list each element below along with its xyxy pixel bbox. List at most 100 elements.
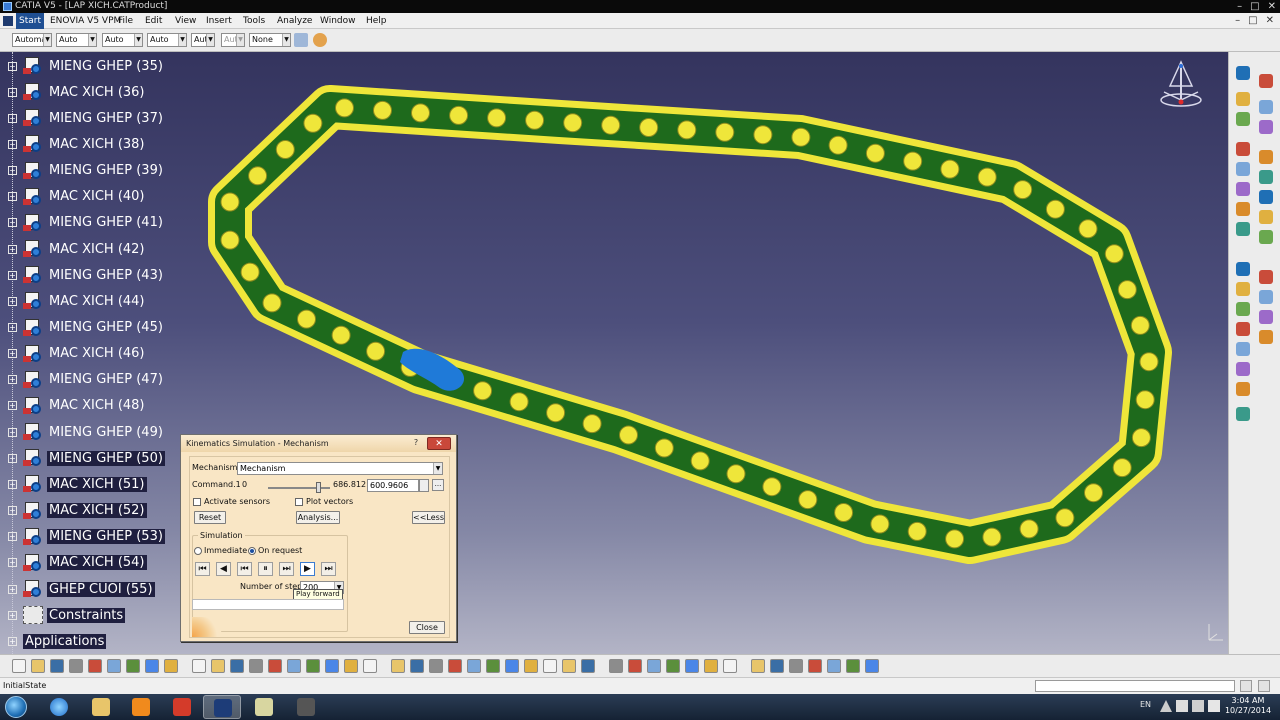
- toolbar-tool-icon[interactable]: [325, 659, 339, 673]
- more-options-button[interactable]: ...: [432, 479, 444, 491]
- color-combo[interactable]: Automá ▼: [12, 33, 52, 47]
- dialog-close-x-button[interactable]: ✕: [427, 437, 451, 450]
- chain-pin[interactable]: [1139, 352, 1159, 372]
- menu-help[interactable]: Help: [366, 13, 387, 29]
- tree-node[interactable]: + MAC XICH (38): [8, 134, 147, 154]
- expand-icon[interactable]: +: [8, 375, 17, 385]
- expand-icon[interactable]: +: [8, 61, 17, 71]
- menu-tools[interactable]: Tools: [243, 13, 265, 29]
- toolbar-tool-icon[interactable]: [704, 659, 718, 673]
- toolbar-tool-icon[interactable]: [1236, 407, 1250, 421]
- taskbar-media[interactable]: [122, 695, 160, 719]
- expand-icon[interactable]: +: [8, 113, 17, 123]
- expand-icon[interactable]: +: [8, 401, 17, 411]
- point-type-combo[interactable]: Aut ▼: [191, 33, 215, 47]
- toolbar-tool-icon[interactable]: [1236, 362, 1250, 376]
- toolbar-tool-icon[interactable]: [751, 659, 765, 673]
- toolbar-tool-icon[interactable]: [1236, 302, 1250, 316]
- tree-node-applications[interactable]: + Applications: [8, 631, 107, 651]
- tree-node[interactable]: + MAC XICH (44): [8, 291, 147, 311]
- chain-pin[interactable]: [619, 425, 638, 445]
- chain-pin[interactable]: [509, 392, 529, 412]
- toolbar-tool-icon[interactable]: [344, 659, 358, 673]
- chain-pin[interactable]: [726, 464, 746, 484]
- toolbar-tool-icon[interactable]: [628, 659, 642, 673]
- chain-pin[interactable]: [220, 192, 240, 212]
- toolbar-tool-icon[interactable]: [249, 659, 263, 673]
- chain-pin[interactable]: [945, 529, 965, 549]
- power-input-close-button[interactable]: [1258, 680, 1270, 692]
- toolbar-tool-icon[interactable]: [1259, 310, 1273, 324]
- flag-icon[interactable]: [1176, 700, 1188, 712]
- play-backward-button[interactable]: ◀: [216, 562, 231, 576]
- chain-pin[interactable]: [262, 293, 282, 313]
- tree-node[interactable]: + MAC XICH (48): [8, 396, 147, 416]
- power-input-button[interactable]: [1240, 680, 1252, 692]
- toolbar-tool-icon[interactable]: [287, 659, 301, 673]
- chain-pin[interactable]: [449, 105, 469, 125]
- pause-button[interactable]: ⏸: [258, 562, 273, 576]
- taskbar-ie[interactable]: [40, 695, 78, 719]
- toolbar-tool-icon[interactable]: [1236, 262, 1250, 276]
- expand-icon[interactable]: +: [8, 270, 17, 280]
- toolbar-tool-icon[interactable]: [211, 659, 225, 673]
- catia-menu-icon[interactable]: [3, 16, 13, 26]
- menu-window[interactable]: Window: [320, 13, 356, 29]
- chain-pin[interactable]: [601, 115, 621, 135]
- tree-node-constraints[interactable]: + Constraints: [8, 605, 126, 625]
- tree-node[interactable]: + MAC XICH (52): [8, 501, 147, 521]
- tree-node[interactable]: + MIENG GHEP (45): [8, 318, 165, 338]
- chain-pin[interactable]: [1019, 519, 1039, 539]
- chain-pin[interactable]: [907, 521, 927, 541]
- tree-node[interactable]: + MAC XICH (36): [8, 82, 147, 102]
- toolbar-tool-icon[interactable]: [789, 659, 803, 673]
- tree-node[interactable]: + MIENG GHEP (50): [8, 448, 165, 468]
- chain-pin[interactable]: [335, 98, 354, 118]
- doc-close-button[interactable]: ✕: [1266, 13, 1274, 29]
- toolbar-tool-icon[interactable]: [1236, 202, 1250, 216]
- tree-node[interactable]: + MIENG GHEP (43): [8, 265, 165, 285]
- help-icon[interactable]: ?: [410, 438, 422, 449]
- menu-insert[interactable]: Insert: [206, 13, 232, 29]
- menu-edit[interactable]: Edit: [145, 13, 162, 29]
- toolbar-tool-icon[interactable]: [88, 659, 102, 673]
- toolbar-tool-icon[interactable]: [268, 659, 282, 673]
- chain-pin[interactable]: [715, 122, 735, 142]
- expand-icon[interactable]: +: [8, 427, 17, 437]
- mechanism-select[interactable]: Mechanism ▼: [237, 462, 443, 475]
- toolbar-tool-icon[interactable]: [1259, 74, 1273, 88]
- menu-file[interactable]: File: [118, 13, 133, 29]
- tree-node[interactable]: + GHEP CUOI (55): [8, 579, 155, 599]
- toolbar-tool-icon[interactable]: [448, 659, 462, 673]
- chain-pin[interactable]: [753, 125, 773, 145]
- power-input-field[interactable]: [1035, 680, 1235, 692]
- toolbar-tool-icon[interactable]: [1236, 282, 1250, 296]
- chain-pin[interactable]: [1131, 428, 1151, 448]
- expand-icon[interactable]: +: [8, 296, 17, 306]
- toolbar-tool-icon[interactable]: [1236, 112, 1250, 126]
- taskbar-pdf[interactable]: [163, 695, 201, 719]
- toolbar-tool-icon[interactable]: [363, 659, 377, 673]
- toolbar-tool-icon[interactable]: [1259, 230, 1273, 244]
- tree-node[interactable]: + MAC XICH (54): [8, 553, 147, 573]
- plot-vectors-checkbox[interactable]: [295, 498, 303, 506]
- tree-node[interactable]: + MAC XICH (40): [8, 187, 147, 207]
- toolbar-tool-icon[interactable]: [50, 659, 64, 673]
- chain-pin[interactable]: [303, 113, 323, 133]
- menu-view[interactable]: View: [175, 13, 196, 29]
- expand-icon[interactable]: +: [8, 558, 17, 568]
- chain-pin[interactable]: [828, 135, 848, 155]
- toolbar-tool-icon[interactable]: [145, 659, 159, 673]
- on-request-radio[interactable]: [248, 547, 256, 555]
- chain-pin[interactable]: [525, 110, 545, 130]
- chain-pin[interactable]: [762, 477, 782, 497]
- toolbar-tool-icon[interactable]: [723, 659, 737, 673]
- toolbar-tool-icon[interactable]: [306, 659, 320, 673]
- close-button[interactable]: Close: [409, 621, 445, 634]
- chain-pin[interactable]: [834, 503, 854, 522]
- chain-pin[interactable]: [1055, 508, 1075, 528]
- spinner-icon[interactable]: [419, 479, 429, 492]
- chain-pin[interactable]: [977, 167, 997, 187]
- chain-pin[interactable]: [865, 143, 885, 163]
- jump-to-end-button[interactable]: ⏭: [321, 562, 336, 576]
